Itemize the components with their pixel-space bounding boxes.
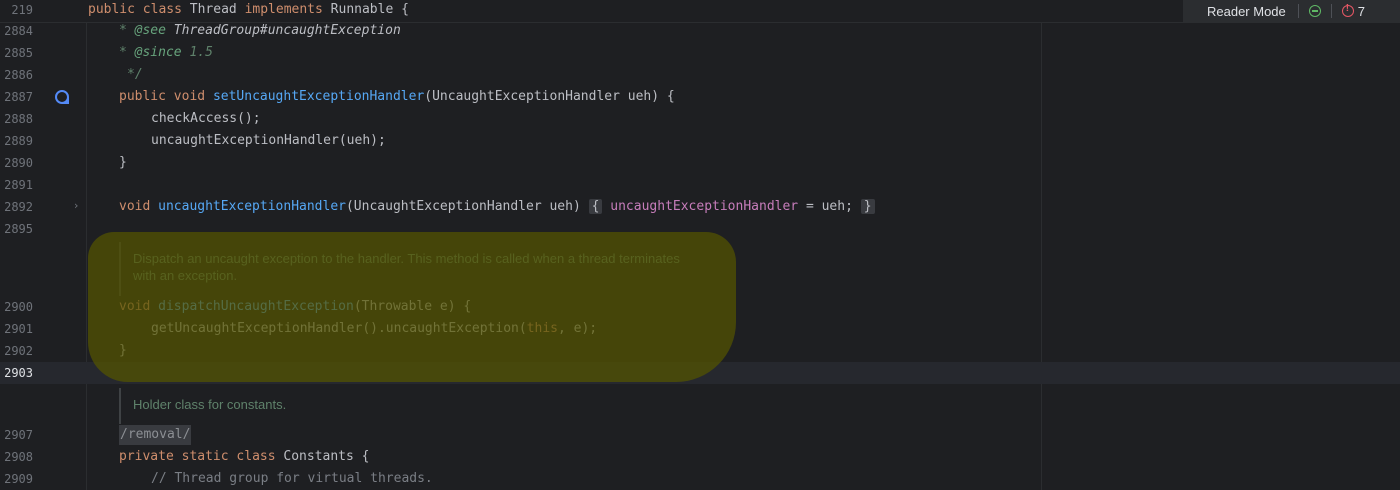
line-number: 2884 xyxy=(4,24,33,38)
code-line[interactable]: 2884 * @see ThreadGroup#uncaughtExceptio… xyxy=(0,20,1400,42)
line-number: 2889 xyxy=(4,134,33,148)
code-text: private static class Constants { xyxy=(119,449,370,464)
code-line[interactable]: 2908 private static class Constants { xyxy=(0,446,1400,468)
code-text: public void setUncaughtExceptionHandler(… xyxy=(119,89,675,104)
rendered-javadoc[interactable]: Holder class for constants. xyxy=(119,388,286,424)
code-line[interactable]: 2895 xyxy=(0,218,1400,240)
code-text: getUncaughtExceptionHandler().uncaughtEx… xyxy=(151,321,598,336)
code-line[interactable]: 2889 uncaughtExceptionHandler(ueh); xyxy=(0,130,1400,152)
override-icon[interactable] xyxy=(55,90,69,104)
line-number: 2907 xyxy=(4,428,33,442)
code-line[interactable]: 2901 getUncaughtExceptionHandler().uncau… xyxy=(0,318,1400,340)
code-line-current[interactable]: 2903 xyxy=(0,362,1400,384)
code-text: } xyxy=(119,343,127,358)
line-number: 2895 xyxy=(4,222,33,236)
line-number: 2902 xyxy=(4,344,33,358)
divider xyxy=(1297,4,1299,18)
code-line[interactable]: 2888 checkAccess(); xyxy=(0,108,1400,130)
code-text: uncaughtExceptionHandler(ueh); xyxy=(151,133,386,148)
line-number: 2903 xyxy=(4,366,33,380)
line-number: 2885 xyxy=(4,46,33,60)
fold-chevron-icon[interactable]: › xyxy=(74,199,78,212)
code-line[interactable]: 2909 // Thread group for virtual threads… xyxy=(0,468,1400,490)
line-number: 2887 xyxy=(4,90,33,104)
divider xyxy=(1330,4,1332,18)
error-icon xyxy=(1341,3,1354,17)
code-line[interactable]: 2885 * @since 1.5 xyxy=(0,42,1400,64)
line-number: 2901 xyxy=(4,322,33,336)
code-line[interactable]: 2902 } xyxy=(0,340,1400,362)
line-number: 2909 xyxy=(4,472,33,486)
code-line[interactable]: 2900 void dispatchUncaughtException(Thro… xyxy=(0,296,1400,318)
sticky-code: public class Thread implements Runnable … xyxy=(88,2,409,17)
editor-toolbar: Reader Mode 7 xyxy=(1183,0,1400,22)
line-number: 2908 xyxy=(4,450,33,464)
errors-indicator[interactable]: 7 xyxy=(1341,3,1366,19)
line-number: 2886 xyxy=(4,68,33,82)
code-text: void uncaughtExceptionHandler(UncaughtEx… xyxy=(119,196,875,218)
code-line[interactable]: 2890 } xyxy=(0,152,1400,174)
code-line[interactable]: 2886 */ xyxy=(0,64,1400,86)
line-number: 219 xyxy=(11,3,33,17)
line-number: 2890 xyxy=(4,156,33,170)
rendered-javadoc[interactable]: Dispatch an uncaught exception to the ha… xyxy=(119,242,680,296)
line-number: 2892 xyxy=(4,200,33,214)
code-text: */ xyxy=(127,67,143,82)
code-line[interactable]: 2892 void uncaughtExceptionHandler(Uncau… xyxy=(0,196,1400,218)
line-number: 2888 xyxy=(4,112,33,126)
code-text: * @see ThreadGroup#uncaughtException xyxy=(119,23,401,38)
annotation-removal: /removal/ xyxy=(119,425,192,445)
code-line[interactable]: 2907 /removal/ xyxy=(0,424,1400,446)
reader-mode-button[interactable]: Reader Mode xyxy=(1183,4,1298,19)
code-line[interactable]: 2891 xyxy=(0,174,1400,196)
code-text: } xyxy=(119,155,127,170)
line-number: 2900 xyxy=(4,300,33,314)
folded-brace-open: { xyxy=(588,199,603,214)
line-number: 2891 xyxy=(4,178,33,192)
code-text: * @since 1.5 xyxy=(119,45,213,60)
folded-brace-close: } xyxy=(860,199,875,214)
inspection-ok-icon[interactable] xyxy=(1308,5,1321,17)
code-text: checkAccess(); xyxy=(151,111,261,126)
code-line[interactable]: 2887 public void setUncaughtExceptionHan… xyxy=(0,86,1400,108)
code-text: void dispatchUncaughtException(Throwable… xyxy=(119,299,472,314)
code-text: // Thread group for virtual threads. xyxy=(151,471,433,486)
error-count: 7 xyxy=(1357,3,1366,19)
